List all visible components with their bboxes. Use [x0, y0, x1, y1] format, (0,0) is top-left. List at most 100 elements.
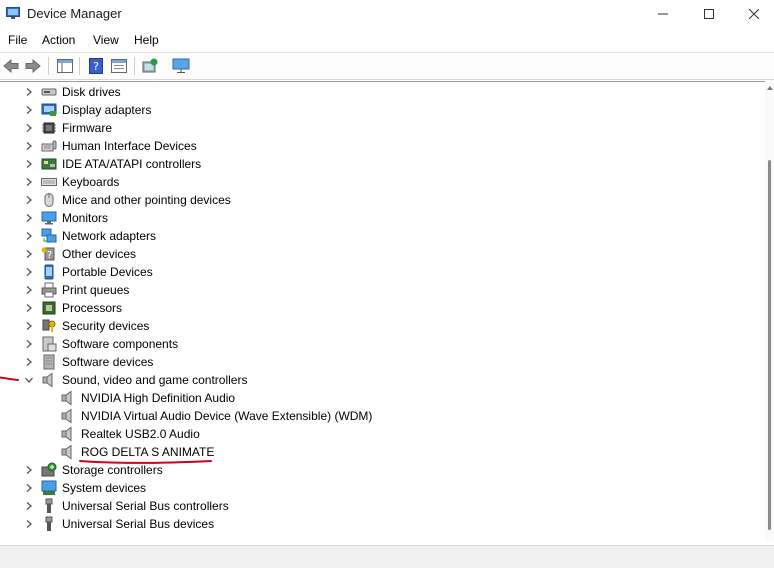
minimize-icon	[658, 13, 668, 15]
tree-category-network-adapters[interactable]: Network adapters	[0, 227, 760, 245]
svg-text:?: ?	[47, 250, 52, 261]
tree-device-rog-delta-s-animate[interactable]: ROG DELTA S ANIMATE	[0, 443, 760, 461]
tree-category-firmware[interactable]: Firmware	[0, 119, 760, 137]
tree-device-nvidia-virtual-audio-device-wave-extensible-wdm[interactable]: NVIDIA Virtual Audio Device (Wave Extens…	[0, 407, 760, 425]
scroll-thumb[interactable]	[768, 160, 771, 530]
tree-item-label: Universal Serial Bus devices	[62, 517, 215, 531]
monitor-icon	[172, 58, 190, 73]
menu-bar: File Action View Help	[0, 29, 774, 51]
tree-item-label: Print queues	[62, 283, 130, 297]
chevron-right-icon[interactable]	[23, 336, 35, 352]
software-device-icon	[41, 354, 57, 370]
chevron-right-icon[interactable]	[23, 84, 35, 100]
vertical-scrollbar[interactable]	[765, 82, 774, 541]
storage-controller-icon	[41, 462, 57, 478]
hid-icon	[41, 138, 57, 154]
tree-category-keyboards[interactable]: Keyboards	[0, 173, 760, 191]
tree-category-software-components[interactable]: Software components	[0, 335, 760, 353]
show-hidden-button[interactable]	[109, 56, 129, 76]
usb-icon	[41, 498, 57, 514]
mouse-icon	[41, 192, 57, 208]
speaker-icon	[60, 444, 76, 460]
device-tree: Disk drives Display adapters Firmware Human…	[0, 81, 765, 542]
tree-category-human-interface-devices[interactable]: Human Interface Devices	[0, 137, 760, 155]
monitor-icon	[41, 210, 57, 226]
speaker-icon	[41, 372, 57, 388]
maximize-icon	[704, 9, 714, 19]
software-component-icon	[41, 336, 57, 352]
tree-category-ide-ata-atapi-controllers[interactable]: IDE ATA/ATAPI controllers	[0, 155, 760, 173]
chevron-right-icon[interactable]	[23, 120, 35, 136]
tree-category-sound-video-and-game-controllers[interactable]: Sound, video and game controllers	[0, 371, 760, 389]
chevron-right-icon[interactable]	[23, 516, 35, 532]
tree-category-universal-serial-bus-controllers[interactable]: Universal Serial Bus controllers	[0, 497, 760, 515]
forward-button[interactable]	[23, 56, 43, 76]
chevron-right-icon[interactable]	[23, 354, 35, 370]
tree-category-other-devices[interactable]: ? Other devices	[0, 245, 760, 263]
help-icon: ?	[89, 58, 103, 74]
menu-help[interactable]: Help	[134, 33, 159, 47]
chevron-right-icon[interactable]	[23, 102, 35, 118]
scan-hardware-icon	[142, 58, 158, 73]
menu-action[interactable]: Action	[42, 33, 75, 47]
printer-icon	[41, 282, 57, 298]
title-bar: Device Manager	[0, 0, 774, 28]
chevron-right-icon[interactable]	[23, 300, 35, 316]
tree-category-portable-devices[interactable]: Portable Devices	[0, 263, 760, 281]
chevron-right-icon[interactable]	[23, 264, 35, 280]
back-button[interactable]	[1, 56, 21, 76]
chevron-right-icon[interactable]	[23, 462, 35, 478]
tree-category-security-devices[interactable]: Security devices	[0, 317, 760, 335]
tree-category-monitors[interactable]: Monitors	[0, 209, 760, 227]
forward-icon	[25, 59, 41, 73]
chevron-right-icon[interactable]	[23, 156, 35, 172]
tree-item-label: Display adapters	[62, 103, 152, 117]
chevron-right-icon[interactable]	[23, 174, 35, 190]
chevron-right-icon[interactable]	[23, 210, 35, 226]
tree-device-realtek-usb2-0-audio[interactable]: Realtek USB2.0 Audio	[0, 425, 760, 443]
scan-hardware-button[interactable]	[140, 56, 160, 76]
menu-file[interactable]: File	[8, 33, 27, 47]
chevron-right-icon[interactable]	[23, 138, 35, 154]
tree-item-label: System devices	[62, 481, 147, 495]
monitor-button[interactable]	[171, 56, 191, 76]
toolbar-separator	[48, 57, 49, 75]
ide-controller-icon	[41, 156, 57, 172]
tree-category-disk-drives[interactable]: Disk drives	[0, 83, 760, 101]
properties-pane-button[interactable]	[55, 56, 75, 76]
chevron-right-icon[interactable]	[23, 282, 35, 298]
tree-device-nvidia-high-definition-audio[interactable]: NVIDIA High Definition Audio	[0, 389, 760, 407]
tree-category-storage-controllers[interactable]: Storage controllers	[0, 461, 760, 479]
chevron-right-icon[interactable]	[23, 318, 35, 334]
tree-item-label: NVIDIA High Definition Audio	[81, 391, 236, 405]
chevron-right-icon[interactable]	[23, 498, 35, 514]
tree-item-label: Mice and other pointing devices	[62, 193, 231, 207]
display-adapter-icon	[41, 102, 57, 118]
tree-category-print-queues[interactable]: Print queues	[0, 281, 760, 299]
tree-category-universal-serial-bus-devices[interactable]: Universal Serial Bus devices	[0, 515, 760, 533]
chevron-right-icon[interactable]	[23, 192, 35, 208]
maximize-button[interactable]	[686, 0, 732, 28]
scroll-up-icon[interactable]	[767, 86, 773, 90]
chevron-right-icon[interactable]	[23, 480, 35, 496]
speaker-icon	[60, 390, 76, 406]
toolbar: ?	[0, 52, 774, 80]
tree-category-processors[interactable]: Processors	[0, 299, 760, 317]
tree-category-mice-and-other-pointing-devices[interactable]: Mice and other pointing devices	[0, 191, 760, 209]
tree-category-display-adapters[interactable]: Display adapters	[0, 101, 760, 119]
tree-item-label: Sound, video and game controllers	[62, 373, 248, 387]
properties-pane-icon	[57, 59, 73, 73]
tree-item-label: Human Interface Devices	[62, 139, 197, 153]
chevron-down-icon[interactable]	[23, 372, 35, 388]
menu-view[interactable]: View	[93, 33, 119, 47]
chevron-right-icon[interactable]	[23, 246, 35, 262]
tree-category-system-devices[interactable]: System devices	[0, 479, 760, 497]
chevron-right-icon[interactable]	[23, 228, 35, 244]
status-bar	[0, 545, 774, 568]
minimize-button[interactable]	[640, 0, 686, 28]
close-button[interactable]	[731, 0, 774, 28]
tree-category-software-devices[interactable]: Software devices	[0, 353, 760, 371]
security-key-icon	[41, 318, 57, 334]
help-button[interactable]: ?	[86, 56, 106, 76]
back-icon	[3, 59, 19, 73]
